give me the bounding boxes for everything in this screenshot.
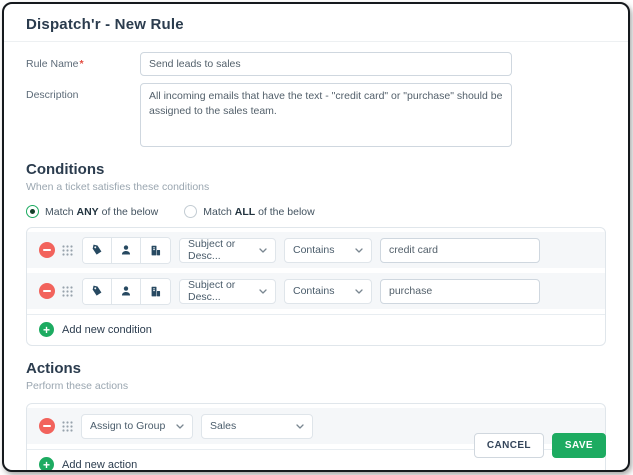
radio-selected-icon[interactable] (26, 205, 39, 218)
actions-subheading: Perform these actions (26, 380, 129, 392)
dispatchr-new-rule-dialog: Dispatch'r - New Rule Rule Name* Descrip… (2, 2, 630, 472)
contact-person-icon[interactable] (112, 237, 141, 263)
required-asterisk: * (79, 58, 84, 70)
condition-value-input[interactable] (380, 278, 540, 304)
plus-icon: + (39, 322, 54, 337)
chevron-down-icon (259, 247, 267, 253)
save-button[interactable]: SAVE (551, 433, 606, 458)
rule-name-input[interactable] (140, 52, 512, 76)
drag-handle-icon[interactable] (62, 285, 73, 297)
action-field-value: Assign to Group (90, 420, 166, 432)
condition-operator-value: Contains (293, 285, 335, 297)
field-category-button-group (82, 277, 171, 305)
rule-name-label-text: Rule Name (26, 58, 79, 70)
add-condition-label: Add new condition (62, 323, 152, 336)
ticket-tag-icon[interactable] (83, 237, 112, 263)
conditions-subheading: When a ticket satisfies these conditions (26, 181, 210, 193)
condition-operator-select[interactable]: Contains (284, 237, 372, 263)
actions-heading: Actions (26, 360, 82, 377)
condition-operator-value: Contains (293, 244, 335, 256)
match-all-label: Match ALL of the below (203, 205, 315, 218)
match-type-radio-group: Match ANY of the below Match ALL of the … (26, 205, 606, 218)
ticket-tag-icon[interactable] (83, 278, 112, 304)
rule-name-label: Rule Name* (26, 52, 140, 70)
condition-row: Subject or Desc... Contains (27, 273, 605, 309)
condition-value-input[interactable] (380, 237, 540, 263)
description-label: Description (26, 89, 79, 101)
action-value: Sales (210, 420, 237, 432)
conditions-box: Subject or Desc... Contains Subject or D… (26, 227, 606, 346)
condition-field-select[interactable]: Subject or Desc... (179, 278, 276, 304)
chevron-down-icon (296, 423, 304, 429)
remove-action-button[interactable] (39, 418, 55, 434)
chevron-down-icon (355, 288, 363, 294)
condition-operator-select[interactable]: Contains (284, 278, 372, 304)
cancel-button[interactable]: CANCEL (473, 433, 544, 458)
add-action-label: Add new action (62, 458, 138, 471)
field-category-button-group (82, 236, 171, 264)
action-value-select[interactable]: Sales (201, 413, 313, 439)
company-building-icon[interactable] (141, 278, 170, 304)
condition-row: Subject or Desc... Contains (27, 232, 605, 268)
dialog-footer: CANCEL SAVE (473, 433, 606, 458)
match-all-radio[interactable]: Match ALL of the below (184, 205, 315, 218)
radio-unselected-icon[interactable] (184, 205, 198, 218)
company-building-icon[interactable] (141, 237, 170, 263)
match-any-radio[interactable]: Match ANY of the below (26, 205, 158, 218)
action-field-select[interactable]: Assign to Group (81, 413, 193, 439)
header-divider (4, 41, 628, 42)
remove-condition-button[interactable] (39, 283, 55, 299)
remove-condition-button[interactable] (39, 242, 55, 258)
chevron-down-icon (176, 423, 184, 429)
conditions-heading: Conditions (26, 161, 105, 178)
description-row: Description All incoming emails that hav… (26, 83, 606, 147)
drag-handle-icon[interactable] (62, 420, 73, 432)
page-title: Dispatch'r - New Rule (26, 16, 184, 33)
match-any-label: Match ANY of the below (45, 205, 159, 218)
condition-field-select[interactable]: Subject or Desc... (179, 237, 276, 263)
rule-name-row: Rule Name* (26, 52, 606, 76)
add-new-condition-button[interactable]: + Add new condition (27, 314, 605, 345)
chevron-down-icon (355, 247, 363, 253)
contact-person-icon[interactable] (112, 278, 141, 304)
condition-field-value: Subject or Desc... (188, 279, 236, 303)
plus-icon: + (39, 457, 54, 470)
chevron-down-icon (259, 288, 267, 294)
drag-handle-icon[interactable] (62, 244, 73, 256)
description-input[interactable]: All incoming emails that have the text -… (140, 83, 512, 147)
condition-field-value: Subject or Desc... (188, 238, 236, 262)
